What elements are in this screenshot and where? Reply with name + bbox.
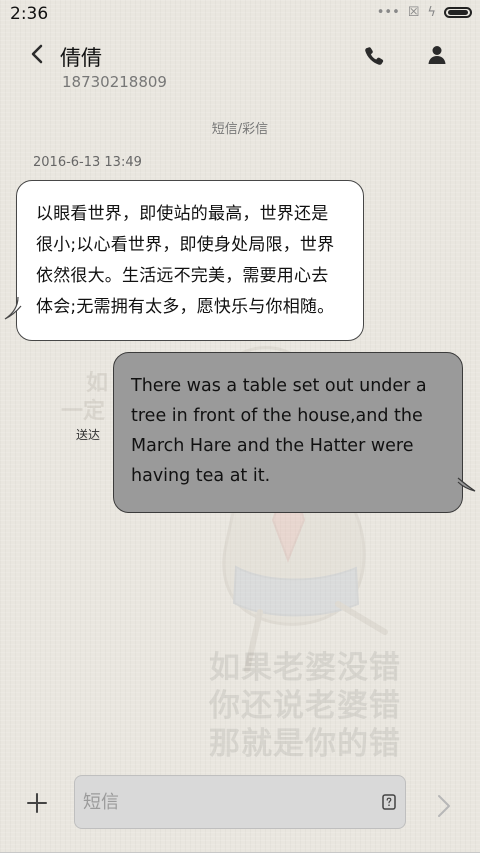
contact-icon[interactable] xyxy=(425,43,449,67)
outgoing-message-line-4: having tea at it. xyxy=(131,466,271,486)
svg-text:一定: 一定 xyxy=(61,398,105,424)
outgoing-message-line-2: tree in front of the house,and the xyxy=(131,406,423,426)
contact-name: 倩倩 xyxy=(60,46,102,70)
message-composer xyxy=(0,760,480,853)
outgoing-message-bubble[interactable]: There was a table set out under a tree i… xyxy=(113,352,463,513)
incoming-message-bubble[interactable]: 以眼看世界，即使站的最高，世界还是 很小;以心看世界，即使身处局限，世界 依然很… xyxy=(16,180,364,341)
incoming-message-line-3: 依然很大。生活远不完美，需要用心去 xyxy=(36,266,329,286)
outgoing-bubble-tail-icon xyxy=(457,477,476,492)
outgoing-message-line-3: March Hare and the Hatter were xyxy=(131,436,414,456)
conversation-header: 倩倩 18730218809 xyxy=(0,30,480,98)
incoming-message-line-4: 体会;无需拥有太多，愿快乐与你相随。 xyxy=(36,297,335,317)
send-icon[interactable] xyxy=(436,794,452,818)
delivery-status: 送达 xyxy=(76,428,101,442)
outgoing-message-line-1: There was a table set out under a xyxy=(131,376,427,396)
back-icon[interactable] xyxy=(26,42,50,66)
charging-icon: ϟ xyxy=(427,5,436,20)
wallpaper-caption-line-3: 那就是你的错 xyxy=(209,726,401,762)
ellipsis-icon: ••• xyxy=(376,5,400,20)
message-timestamp: 2016-6-13 13:49 xyxy=(33,155,142,170)
contact-number: 18730218809 xyxy=(62,73,167,91)
message-input[interactable] xyxy=(74,775,406,829)
close-box-icon: ☒ xyxy=(407,5,420,20)
svg-text:如: 如 xyxy=(86,371,108,396)
status-time: 2:36 xyxy=(10,4,49,24)
incoming-message-line-2: 很小;以心看世界，即使身处局限，世界 xyxy=(36,235,335,255)
message-type-label: 短信/彩信 xyxy=(211,122,269,137)
battery-icon xyxy=(444,7,472,18)
template-icon[interactable] xyxy=(382,794,396,810)
incoming-bubble-tail-icon xyxy=(4,296,22,320)
phone-icon[interactable] xyxy=(362,44,386,68)
status-bar: 2:36 ••• ☒ ϟ xyxy=(0,0,480,30)
incoming-message-line-1: 以眼看世界，即使站的最高，世界还是 xyxy=(36,204,329,224)
status-icons: ••• ☒ ϟ xyxy=(377,6,472,19)
messaging-screen: 如 一定 如果老婆没错 你还说老婆错 那就是你的错 2:36 ••• ☒ ϟ 倩… xyxy=(0,0,480,853)
add-icon[interactable] xyxy=(27,793,47,813)
